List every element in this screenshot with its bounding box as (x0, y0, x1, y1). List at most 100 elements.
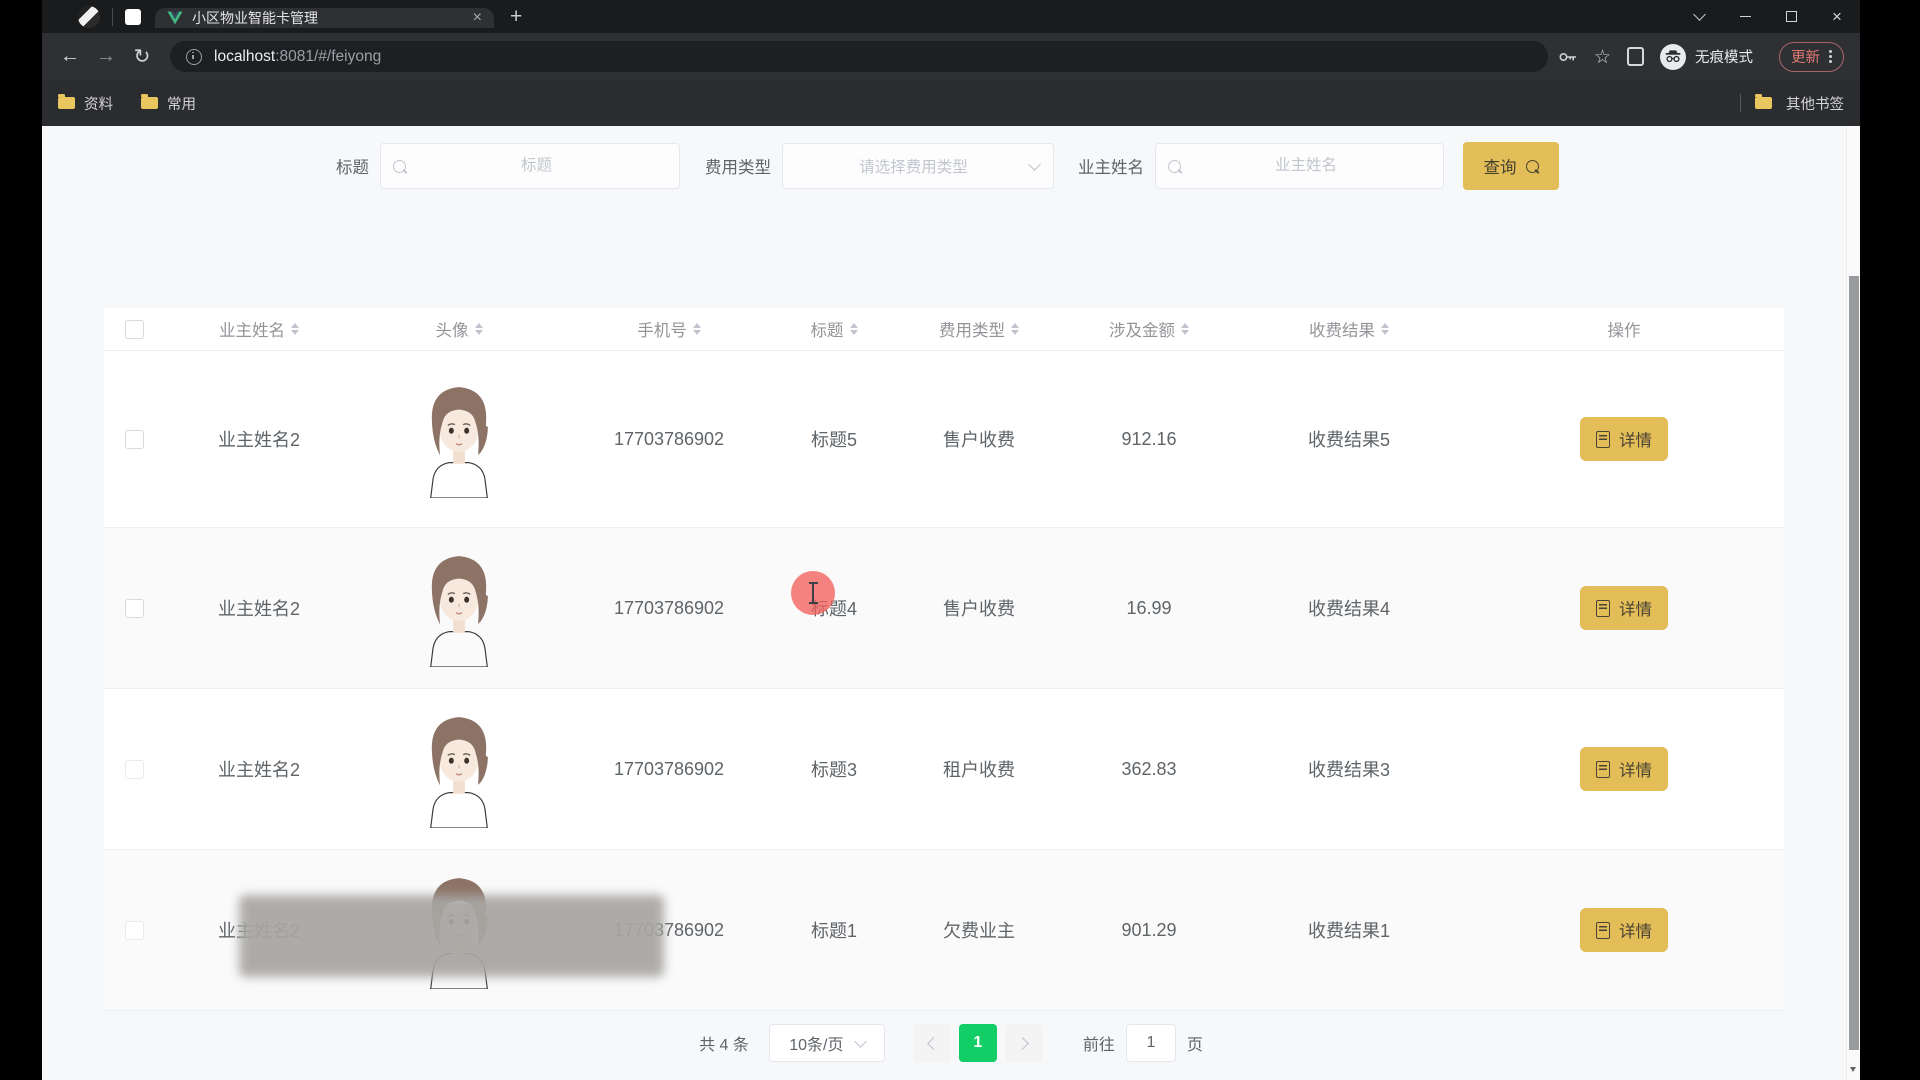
maximize-button[interactable] (1768, 0, 1814, 33)
scroll-down-arrow-icon[interactable] (1850, 1067, 1856, 1072)
phone-number: 17703786902 (564, 429, 774, 450)
row-checkbox[interactable] (125, 760, 144, 779)
other-bookmarks-label: 其他书签 (1786, 93, 1844, 114)
address-bar[interactable]: localhost :8081/#/feiyong (170, 41, 1548, 72)
sort-icon[interactable] (850, 323, 858, 336)
bookmark-folder-2[interactable]: 常用 (141, 93, 196, 114)
goto-page-input[interactable] (1126, 1024, 1176, 1062)
amount: 16.99 (1064, 598, 1234, 619)
search-icon (1526, 160, 1539, 173)
page-size-select[interactable]: 10条/页 (769, 1024, 885, 1062)
current-page-button[interactable]: 1 (959, 1024, 997, 1062)
detail-button[interactable]: 详情 (1580, 747, 1668, 791)
goto-label: 前往 (1083, 1031, 1115, 1055)
pagination: 共 4 条 10条/页 1 前往 页 (42, 1024, 1860, 1062)
amount: 362.83 (1064, 759, 1234, 780)
search-button-label: 查询 (1484, 154, 1517, 178)
url-path: :8081/#/feiyong (275, 48, 381, 66)
bookmark-star-icon[interactable]: ☆ (1594, 46, 1611, 68)
owner-name: 业主姓名2 (164, 756, 354, 782)
url-host: localhost (214, 48, 275, 66)
owner-avatar (400, 549, 518, 667)
scrollbar-thumb[interactable] (1849, 276, 1859, 1050)
owner-name: 业主姓名2 (164, 595, 354, 621)
tab-separator (112, 8, 113, 26)
sort-icon[interactable] (1011, 323, 1019, 336)
active-tab[interactable]: 小区物业智能卡管理 × (155, 8, 494, 28)
close-button[interactable]: × (1814, 0, 1860, 33)
kebab-menu-icon[interactable] (1829, 55, 1832, 58)
key-icon[interactable] (1558, 51, 1578, 63)
pinned-tab-icon[interactable] (125, 9, 141, 25)
prev-page-button[interactable] (913, 1024, 951, 1062)
tab-title: 小区物业智能卡管理 (192, 8, 464, 28)
page-content: 标题 费用类型 请选择费用类型 业主姓名 查询 (42, 126, 1860, 1080)
page-scrollbar[interactable] (1846, 126, 1860, 1080)
row-checkbox[interactable] (125, 921, 144, 940)
total-count: 共 4 条 (699, 1031, 749, 1055)
title-filter-input[interactable] (406, 156, 667, 176)
search-button[interactable]: 查询 (1463, 142, 1559, 190)
update-chrome-button[interactable]: 更新 (1779, 42, 1844, 72)
owner-filter-label: 业主姓名 (1078, 154, 1144, 178)
table-row: 业主姓名2 17703786902 标题5 售户收费 912.16 收费结果5 … (104, 351, 1784, 528)
tab-close-icon[interactable]: × (473, 10, 482, 26)
privacy-blur-overlay (239, 895, 664, 977)
phone-number: 17703786902 (564, 598, 774, 619)
table-row: 业主姓名2 17703786902 标题3 租户收费 362.83 收费结果3 … (104, 689, 1784, 850)
detail-button[interactable]: 详情 (1580, 417, 1668, 461)
row-checkbox[interactable] (125, 430, 144, 449)
fee-type: 欠费业主 (894, 917, 1064, 943)
next-page-button[interactable] (1005, 1024, 1043, 1062)
vue-favicon-icon (167, 11, 183, 25)
forward-button[interactable]: → (88, 39, 124, 75)
header-fee-type: 费用类型 (894, 317, 1064, 341)
sort-icon[interactable] (1381, 323, 1389, 336)
folder-icon (58, 97, 75, 109)
row-checkbox[interactable] (125, 599, 144, 618)
fee-type: 售户收费 (894, 426, 1064, 452)
other-bookmarks[interactable]: 其他书签 (1740, 93, 1844, 114)
owner-avatar (400, 380, 518, 498)
browser-logo-icon[interactable] (78, 6, 100, 28)
back-button[interactable]: ← (52, 39, 88, 75)
fee-title: 标题1 (774, 917, 894, 943)
fee-type-select[interactable]: 请选择费用类型 (782, 143, 1054, 189)
header-title: 标题 (774, 317, 894, 341)
restore-icon (1786, 11, 1797, 22)
window-controls: × (1676, 0, 1860, 33)
sort-icon[interactable] (475, 323, 483, 336)
reload-button[interactable]: ↻ (124, 39, 160, 75)
header-phone: 手机号 (564, 317, 774, 341)
sort-icon[interactable] (693, 323, 701, 336)
header-actions: 操作 (1464, 317, 1784, 341)
select-all-checkbox[interactable] (125, 320, 144, 339)
side-panel-icon[interactable] (1627, 47, 1644, 66)
new-tab-button[interactable]: + (510, 5, 522, 29)
folder-icon (141, 97, 158, 109)
charge-result: 收费结果3 (1234, 756, 1464, 782)
chevron-down-icon (1693, 8, 1706, 21)
toolbar-actions: ☆ 无痕模式 更新 (1558, 42, 1844, 72)
owner-name: 业主姓名2 (164, 426, 354, 452)
search-icon (1168, 160, 1181, 173)
document-icon (1596, 761, 1610, 778)
document-icon (1596, 922, 1610, 939)
owner-filter-box (1155, 143, 1444, 189)
fee-type: 租户收费 (894, 756, 1064, 782)
charge-result: 收费结果4 (1234, 595, 1464, 621)
tab-search-button[interactable] (1676, 0, 1722, 33)
fee-title: 标题5 (774, 426, 894, 452)
amount: 901.29 (1064, 920, 1234, 941)
site-info-icon[interactable] (186, 49, 202, 65)
detail-button[interactable]: 详情 (1580, 908, 1668, 952)
owner-filter-input[interactable] (1181, 156, 1431, 176)
minimize-button[interactable] (1722, 0, 1768, 33)
chevron-down-icon (854, 1035, 867, 1048)
bookmark-folder-1[interactable]: 资料 (58, 93, 113, 114)
sort-icon[interactable] (291, 323, 299, 336)
update-label: 更新 (1791, 46, 1820, 67)
detail-button[interactable]: 详情 (1580, 586, 1668, 630)
sort-icon[interactable] (1181, 323, 1189, 336)
amount: 912.16 (1064, 429, 1234, 450)
